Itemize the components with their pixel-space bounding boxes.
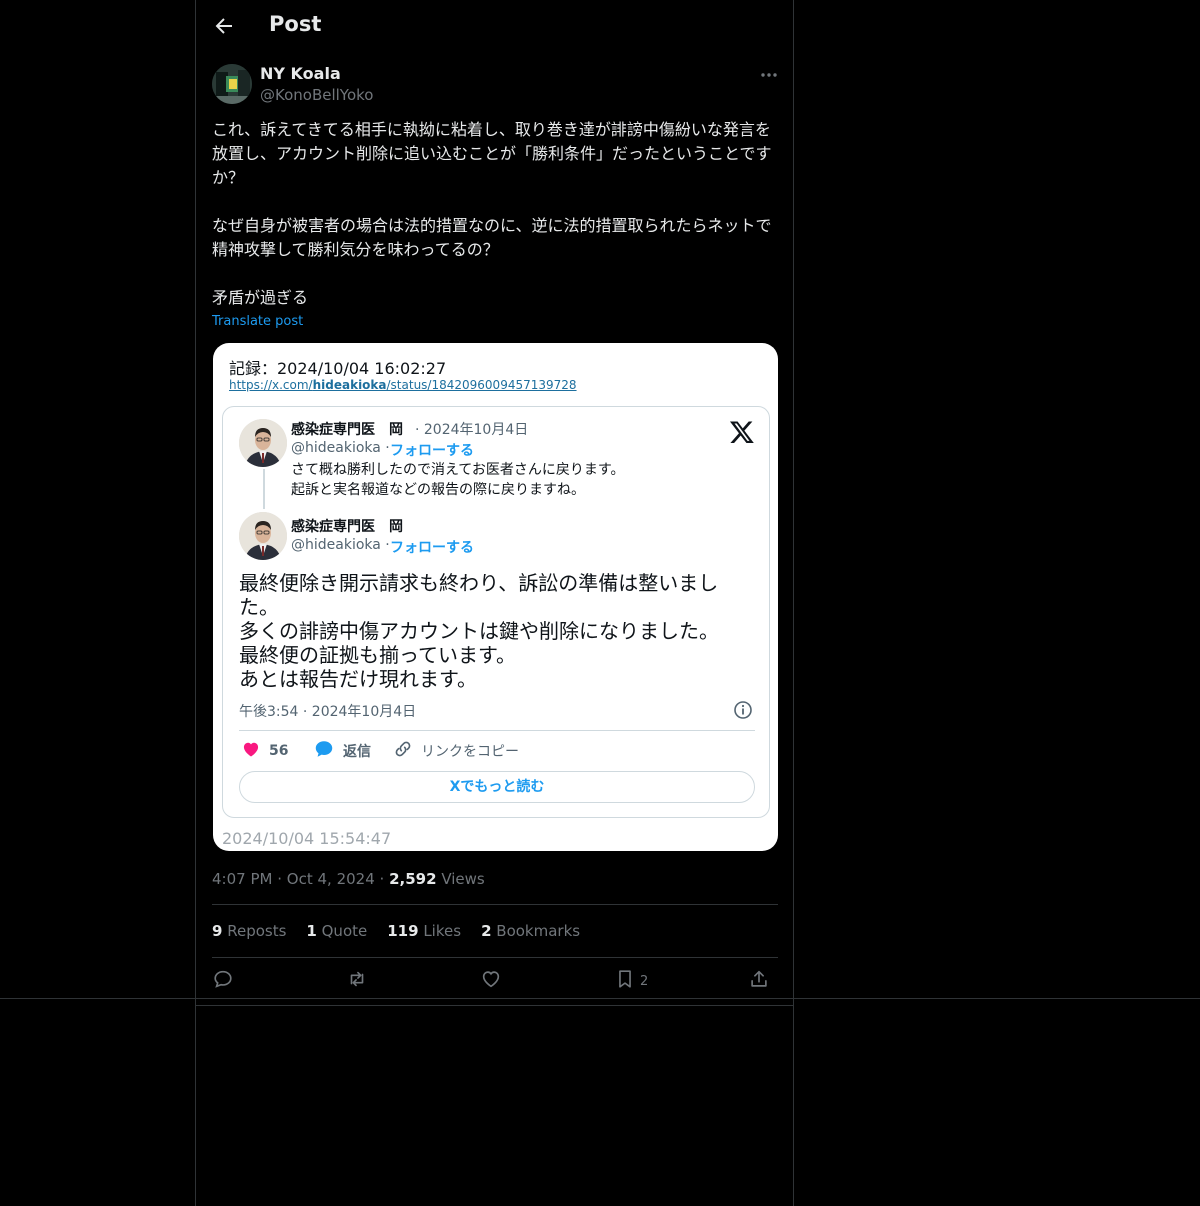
embed-copy-link-button[interactable]: リンクをコピー: [393, 740, 519, 762]
post-date[interactable]: Oct 4, 2024: [287, 870, 375, 888]
embed-main-line: あとは報告だけ現れます。: [239, 667, 477, 691]
bookmarks-stat[interactable]: 2 Bookmarks: [481, 922, 580, 940]
separator-line: [0, 998, 1200, 999]
info-icon[interactable]: [733, 700, 753, 720]
x-logo-icon[interactable]: [729, 419, 755, 445]
embed-divider: [239, 730, 755, 731]
share-icon: [748, 968, 770, 994]
meta-dot: ·: [379, 870, 390, 888]
stat-label: Likes: [423, 922, 462, 940]
post-action-bar: 2: [212, 968, 778, 994]
stat-count: 9: [212, 922, 223, 940]
post-paragraph: なぜ自身が被害者の場合は法的措置なのに、逆に法的措置取られたらネットで精神攻撃し…: [212, 216, 772, 259]
reply-icon: [212, 968, 234, 994]
url-prefix: https://x.com/: [229, 378, 313, 392]
embed-author-handle[interactable]: @hideakioka ·: [291, 440, 390, 456]
paragraph-spacer: [212, 190, 778, 214]
embed-reply-date[interactable]: · 2024年10月4日: [415, 419, 528, 439]
embed-avatar[interactable]: [239, 512, 287, 560]
chat-bubble-icon: [313, 738, 335, 764]
bookmark-count: 2: [640, 973, 649, 989]
author-name[interactable]: NY Koala: [260, 64, 341, 83]
embed-follow-link[interactable]: フォローする: [390, 537, 474, 557]
embed-main-line: 最終便の証拠も揃っています。: [239, 643, 516, 667]
embed-main-text: 最終便除き開示請求も終わり、訴訟の準備は整いまし た。 多くの誹謗中傷アカウント…: [239, 571, 739, 691]
top-bar: Post: [196, 0, 793, 54]
more-options-icon[interactable]: [758, 64, 780, 86]
embed-follow-link[interactable]: フォローする: [390, 440, 474, 460]
reply-button[interactable]: [212, 968, 234, 994]
thread-connector: [263, 469, 265, 509]
stat-label: Quote: [321, 922, 368, 940]
primary-column: Post NY Koala @KonoBellYoko これ、訴えてきてる相手に…: [195, 0, 794, 1206]
record-url-link[interactable]: https://x.com/hideakioka/status/18420960…: [229, 378, 577, 392]
embed-reply-line: さて概ね勝利したので消えてお医者さんに戻ります。: [291, 462, 625, 478]
stat-count: 2: [481, 922, 492, 940]
author-avatar[interactable]: [212, 64, 252, 104]
page-title: Post: [269, 12, 322, 36]
post-text: これ、訴えてきてる相手に執拗に粘着し、取り巻き達が誹謗中傷紛いな発言を放置し、ア…: [212, 118, 778, 310]
post-paragraph: 矛盾が過ぎる: [212, 288, 309, 307]
post-meta: 4:07 PM · Oct 4, 2024 · 2,592 Views: [212, 870, 485, 888]
embed-main-line: 多くの誹謗中傷アカウントは鍵や削除になりました。: [239, 619, 719, 643]
embed-avatar[interactable]: [239, 419, 287, 467]
repost-icon: [346, 968, 368, 994]
embed-main-line: た。: [239, 595, 279, 619]
card-footer-timestamp: 2024/10/04 15:54:47: [222, 829, 392, 848]
bookmark-button[interactable]: 2: [614, 968, 648, 994]
embed-like-button[interactable]: 56: [241, 740, 288, 762]
post-time[interactable]: 4:07 PM: [212, 870, 272, 888]
paragraph-spacer: [212, 262, 778, 286]
embed-author-name[interactable]: 感染症専門医 岡: [291, 516, 403, 536]
share-button[interactable]: [748, 968, 770, 994]
embed-author-handle[interactable]: @hideakioka ·: [291, 537, 390, 553]
stat-count: 1: [306, 922, 317, 940]
embed-copy-link-label: リンクをコピー: [421, 744, 519, 760]
embed-reply-label: 返信: [343, 744, 371, 760]
divider: [212, 957, 778, 958]
quotes-stat[interactable]: 1 Quote: [306, 922, 367, 940]
author-handle[interactable]: @KonoBellYoko: [260, 86, 373, 104]
repost-button[interactable]: [346, 968, 368, 994]
translate-post-link[interactable]: Translate post: [212, 314, 303, 329]
views-label: Views: [441, 870, 485, 888]
read-more-on-x-button[interactable]: Xでもっと読む: [239, 771, 755, 803]
record-timestamp: 記録：2024/10/04 16:02:27: [229, 359, 447, 378]
reposts-stat[interactable]: 9 Reposts: [212, 922, 286, 940]
like-button[interactable]: [480, 968, 502, 994]
embed-timestamp[interactable]: 午後3:54 · 2024年10月4日: [239, 701, 416, 721]
likes-stat[interactable]: 119 Likes: [387, 922, 461, 940]
heart-outline-icon: [480, 968, 502, 994]
embed-reply-button[interactable]: 返信: [313, 740, 371, 762]
divider: [212, 904, 778, 905]
url-bold: hideakioka: [312, 378, 387, 392]
views-count: 2,592: [389, 870, 437, 888]
bookmark-icon: [614, 968, 636, 994]
embed-like-count: 56: [269, 743, 289, 759]
meta-dot: ·: [277, 870, 287, 888]
embedded-tweet[interactable]: 感染症専門医 岡 · 2024年10月4日 @hideakioka · フォロー…: [222, 406, 770, 818]
engagement-stats: 9 Reposts 1 Quote 119 Likes 2 Bookmarks: [212, 922, 580, 940]
stat-label: Reposts: [227, 922, 287, 940]
attached-screenshot-card[interactable]: 記録：2024/10/04 16:02:27 https://x.com/hid…: [213, 343, 778, 851]
separator-line: [195, 1005, 794, 1006]
embed-author-name[interactable]: 感染症専門医 岡: [291, 419, 403, 439]
embed-reply-line: 起訴と実名報道などの報告の際に戻りますね。: [291, 482, 585, 498]
link-icon: [393, 739, 413, 763]
stat-count: 119: [387, 922, 419, 940]
back-arrow-icon[interactable]: [212, 14, 236, 38]
stat-label: Bookmarks: [496, 922, 581, 940]
post-paragraph: これ、訴えてきてる相手に執拗に粘着し、取り巻き達が誹謗中傷紛いな発言を放置し、ア…: [212, 120, 772, 187]
heart-icon: [241, 739, 261, 763]
embed-main-line: 最終便除き開示請求も終わり、訴訟の準備は整いまし: [239, 571, 719, 595]
url-suffix: /status/1842096009457139728: [386, 378, 577, 392]
